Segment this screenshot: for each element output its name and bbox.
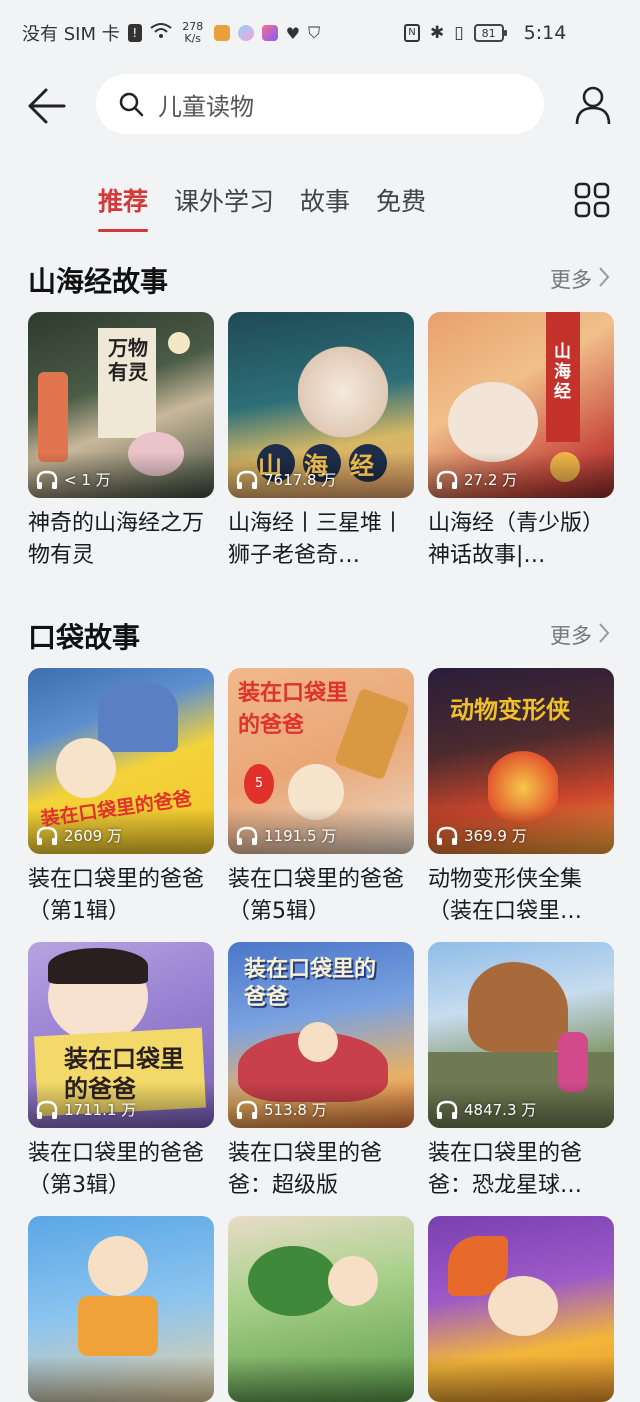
user-icon: [575, 86, 611, 125]
cover-text: 山海经: [554, 342, 571, 402]
status-bar: 没有 SIM 卡 ! 278 K/s ♥ ⛉ N ✱ ▯ 81 5:14: [0, 0, 640, 68]
headphones-icon: [36, 470, 58, 489]
album-card[interactable]: 4847.3 万 装在口袋里的爸爸：恐龙星球…: [428, 942, 614, 1202]
carrier-text: 没有 SIM 卡: [22, 24, 120, 45]
back-button[interactable]: [26, 86, 70, 126]
album-title: 神奇的山海经之万物有灵: [28, 511, 205, 568]
album-card[interactable]: 万物有灵 < 1 万 神奇的山海经之万物有灵: [28, 312, 214, 572]
section-title-pocket-stories: 口袋故事: [28, 621, 141, 654]
album-title: 山海经丨三星堆丨狮子老爸奇…: [228, 511, 405, 568]
album-cover: [428, 1216, 614, 1402]
album-title: 装在口袋里的爸爸：恐龙星球…: [428, 1141, 583, 1198]
album-title: 装在口袋里的爸爸（第3辑）: [28, 1141, 205, 1198]
user-profile-button[interactable]: [572, 84, 614, 126]
heart-icon: ♥: [285, 23, 301, 43]
album-card[interactable]: 装在口袋里的爸爸 5 1191.5 万 装在口袋里的爸爸（第5辑）: [228, 668, 414, 928]
sim-alert-icon: !: [127, 24, 142, 42]
headphones-icon: [236, 826, 258, 845]
headphones-icon: [436, 470, 458, 489]
album-cover: 装在口袋里的爸爸 5 1191.5 万: [228, 668, 414, 854]
album-card[interactable]: 山海经 27.2 万 山海经（青少版）神话故事|…: [428, 312, 614, 572]
album-cover: 装在口袋里的爸爸 1711.1 万: [28, 942, 214, 1128]
play-count: 4847.3 万: [464, 1101, 537, 1119]
app-notification-icon: [237, 25, 254, 41]
bluetooth-icon: ✱: [430, 23, 445, 43]
play-count: 1711.1 万: [64, 1101, 137, 1119]
cover-text: 装在口袋里的爸爸: [238, 681, 349, 738]
album-title: 山海经（青少版）神话故事|…: [428, 511, 605, 568]
album-card[interactable]: 山海经 7617.8 万 山海经丨三星堆丨狮子老爸奇…: [228, 312, 414, 572]
battery-icon: 81: [473, 24, 507, 42]
headphones-icon: [236, 1100, 258, 1119]
chevron-right-icon: [598, 622, 610, 649]
play-count: 7617.8 万: [264, 471, 337, 489]
more-label: 更多: [550, 624, 592, 648]
vibrate-icon: ▯: [454, 23, 464, 43]
album-cover: [228, 1216, 414, 1402]
cover-text: 装在口袋里的爸爸: [64, 1045, 184, 1103]
search-input[interactable]: 儿童读物: [158, 87, 254, 122]
wifi-icon: [150, 22, 172, 45]
album-cover: [28, 1216, 214, 1402]
album-title: 动物变形侠全集（装在口袋里…: [428, 867, 583, 924]
album-card[interactable]: [228, 1216, 414, 1402]
nfc-icon: N: [404, 24, 420, 42]
play-count: 2609 万: [64, 827, 122, 845]
album-cover: 万物有灵 < 1 万: [28, 312, 214, 498]
headphones-icon: [436, 1100, 458, 1119]
album-cover: 山海经 27.2 万: [428, 312, 614, 498]
all-categories-button[interactable]: [574, 182, 610, 218]
clock: 5:14: [523, 22, 567, 44]
album-card[interactable]: 装在口袋里的爸爸 2609 万 装在口袋里的爸爸（第1辑）: [28, 668, 214, 928]
back-arrow-icon: [28, 88, 66, 124]
album-cover: 动物变形侠 369.9 万: [428, 668, 614, 854]
tab-extracurricular[interactable]: 课外学习: [174, 182, 274, 232]
headphones-icon: [36, 826, 58, 845]
battery-level: 81: [481, 26, 496, 40]
category-tabs: 推荐 课外学习 故事 免费: [98, 182, 426, 232]
album-card[interactable]: 动物变形侠 369.9 万 动物变形侠全集（装在口袋里…: [428, 668, 614, 928]
album-card[interactable]: [428, 1216, 614, 1402]
play-count: 27.2 万: [464, 471, 518, 489]
album-cover: 装在口袋里的爸爸 2609 万: [28, 668, 214, 854]
cover-text: 万物有灵: [108, 336, 148, 384]
play-count: 1191.5 万: [264, 827, 337, 845]
album-card[interactable]: [28, 1216, 214, 1402]
album-card[interactable]: 装在口袋里的爸爸 513.8 万 装在口袋里的爸爸：超级版: [228, 942, 414, 1202]
headphones-icon: [436, 826, 458, 845]
headphones-icon: [36, 1100, 58, 1119]
more-button-shanhaijing[interactable]: 更多: [550, 264, 610, 294]
headphones-icon: [236, 470, 258, 489]
album-card[interactable]: 装在口袋里的爸爸 1711.1 万 装在口袋里的爸爸（第3辑）: [28, 942, 214, 1202]
album-cover: 装在口袋里的爸爸 513.8 万: [228, 942, 414, 1128]
grid-icon: [574, 182, 610, 218]
album-cover: 山海经 7617.8 万: [228, 312, 414, 498]
album-title: 装在口袋里的爸爸（第5辑）: [228, 867, 405, 924]
shield-icon: ⛉: [308, 23, 321, 42]
tab-free[interactable]: 免费: [376, 182, 426, 232]
album-title: 装在口袋里的爸爸：超级版: [228, 1141, 383, 1198]
tab-stories[interactable]: 故事: [300, 182, 350, 232]
cover-text: 装在口袋里的爸爸: [244, 957, 377, 1010]
play-count: 369.9 万: [464, 827, 527, 845]
tab-recommend[interactable]: 推荐: [98, 182, 149, 232]
net-speed: 278 K/s: [180, 21, 206, 45]
net-speed-unit: K/s: [184, 32, 202, 45]
album-cover: 4847.3 万: [428, 942, 614, 1128]
play-count: < 1 万: [64, 471, 111, 489]
chevron-right-icon: [598, 266, 610, 293]
search-bar[interactable]: 儿童读物: [96, 74, 544, 134]
more-label: 更多: [550, 268, 592, 292]
more-button-pocket-stories[interactable]: 更多: [550, 620, 610, 650]
app-notification-icon-2: [261, 25, 278, 41]
cover-text: 动物变形侠: [450, 696, 570, 724]
weibo-icon: [213, 25, 230, 41]
album-title: 装在口袋里的爸爸（第1辑）: [28, 867, 205, 924]
search-icon: [119, 92, 144, 117]
section-title-shanhaijing: 山海经故事: [28, 265, 169, 298]
play-count: 513.8 万: [264, 1101, 327, 1119]
